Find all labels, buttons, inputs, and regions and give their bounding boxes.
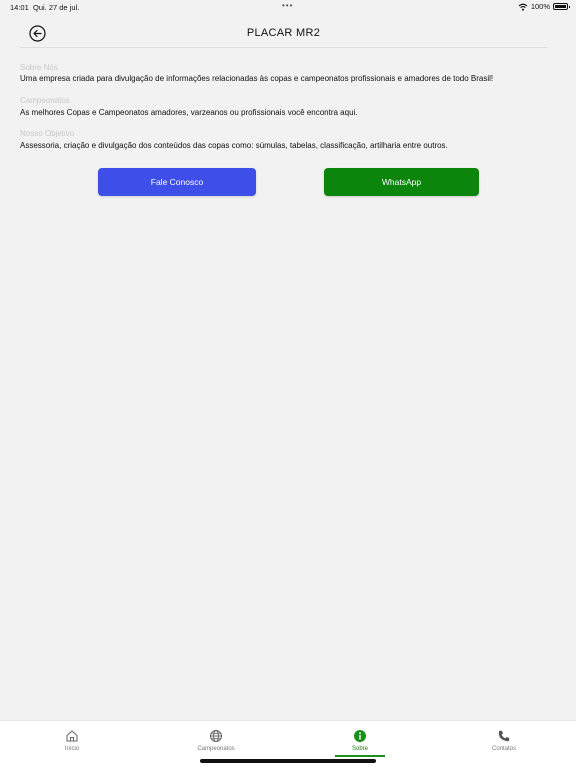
nav-label-contacts: Contatos (491, 746, 516, 752)
section-text-championships: As melhores Copas e Campeonatos amadores… (20, 108, 358, 117)
nav-label-home: Início (64, 746, 80, 752)
contact-us-label: Fale Conosco (150, 177, 204, 187)
section-label-about: Sobre Nós (20, 63, 58, 72)
nav-item-championships[interactable]: Campeonatos (144, 721, 288, 761)
status-right: 100% (518, 2, 570, 11)
wifi-icon (518, 3, 528, 11)
home-indicator[interactable] (200, 759, 376, 763)
whatsapp-button[interactable]: WhatsApp (324, 168, 479, 196)
nav-label-about: Sobre (351, 746, 368, 752)
phone-icon (498, 730, 510, 742)
whatsapp-label: WhatsApp (381, 177, 422, 187)
nav-item-contacts[interactable]: Contatos (432, 721, 576, 761)
section-text-about: Uma empresa criada para divulgação de in… (20, 74, 494, 83)
nav-item-home[interactable]: Início (0, 721, 144, 761)
home-icon (66, 730, 78, 742)
contact-us-button[interactable]: Fale Conosco (98, 168, 256, 196)
multitasking-dots[interactable]: ••• (282, 1, 293, 10)
active-tab-indicator (335, 755, 385, 757)
info-icon (354, 730, 366, 742)
status-bar: 14:01 Qui. 27 de jul. ••• 100% (0, 0, 576, 14)
globe-icon (210, 730, 222, 742)
section-label-championships: Campeonatos (20, 96, 70, 105)
status-time: 14:01 (10, 3, 29, 12)
section-text-objective: Assessoria, criação e divulgação dos con… (20, 141, 448, 150)
status-date: Qui. 27 de jul. (33, 3, 80, 12)
battery-icon (553, 3, 570, 10)
page-title: PLACAR MR2 (246, 27, 321, 39)
nav-label-championships: Campeonatos (197, 746, 235, 752)
section-label-objective: Nosso Objetivo (20, 129, 75, 138)
header: PLACAR MR2 (20, 20, 547, 48)
battery-percent: 100% (530, 2, 550, 11)
